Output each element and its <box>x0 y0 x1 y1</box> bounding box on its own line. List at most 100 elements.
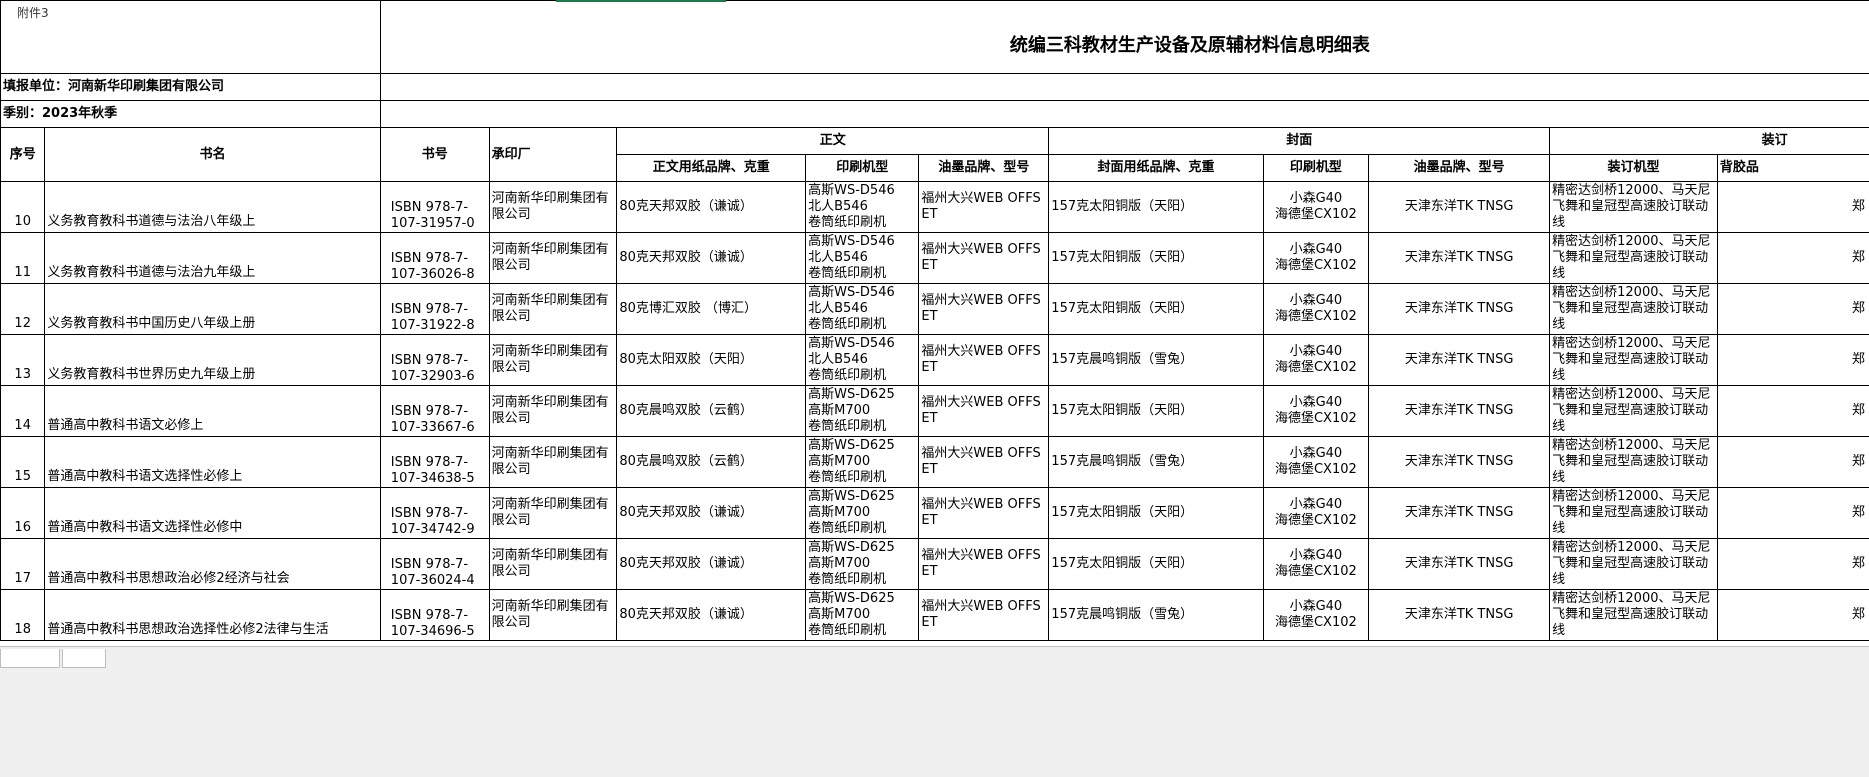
cell-spine-partial[interactable]: 郑 <box>1717 437 1869 488</box>
cell-printer[interactable]: 河南新华印刷集团有限公司 <box>489 590 617 641</box>
cell-printer[interactable]: 河南新华印刷集团有限公司 <box>489 233 617 284</box>
cell-cover-press[interactable]: 小森G40海德堡CX102 <box>1263 386 1369 437</box>
sheet-tab[interactable] <box>0 649 60 668</box>
header-book-name[interactable]: 书名 <box>45 128 380 182</box>
cell-spine-partial[interactable]: 郑 <box>1717 233 1869 284</box>
cell-cover-paper[interactable]: 157克晨鸣铜版（雪兔） <box>1049 437 1263 488</box>
cell-cover-ink[interactable]: 天津东洋TK TNSG <box>1369 284 1550 335</box>
header-printer[interactable]: 承印厂 <box>489 128 617 182</box>
cell-cover-paper[interactable]: 157克太阳铜版（天阳） <box>1049 233 1263 284</box>
cell-text-ink[interactable]: 福州大兴WEB OFFSET <box>919 386 1049 437</box>
cell-printer[interactable]: 河南新华印刷集团有限公司 <box>489 386 617 437</box>
cell-text-press[interactable]: 高斯WS-D546北人B546卷筒纸印刷机 <box>806 284 919 335</box>
cell-text-paper[interactable]: 80克天邦双胶（谦诚） <box>617 590 806 641</box>
cell-isbn[interactable]: ISBN 978-7-107-33667-6 <box>380 386 489 437</box>
cell-binding-machine[interactable]: 精密达剑桥12000、马天尼飞舞和皇冠型高速胶订联动线 <box>1550 335 1718 386</box>
cell-index[interactable]: 11 <box>1 233 45 284</box>
cell-printer[interactable]: 河南新华印刷集团有限公司 <box>489 539 617 590</box>
cell-cover-paper[interactable]: 157克太阳铜版（天阳） <box>1049 488 1263 539</box>
cell-text-press[interactable]: 高斯WS-D546北人B546卷筒纸印刷机 <box>806 335 919 386</box>
cell-text-press[interactable]: 高斯WS-D546北人B546卷筒纸印刷机 <box>806 182 919 233</box>
cell-text-ink[interactable]: 福州大兴WEB OFFSET <box>919 539 1049 590</box>
cell-printer[interactable]: 河南新华印刷集团有限公司 <box>489 335 617 386</box>
cell-isbn[interactable]: ISBN 978-7-107-31922-8 <box>380 284 489 335</box>
cell-text-press[interactable]: 高斯WS-D625高斯M700卷筒纸印刷机 <box>806 488 919 539</box>
cell-index[interactable]: 12 <box>1 284 45 335</box>
cell-cover-press[interactable]: 小森G40海德堡CX102 <box>1263 437 1369 488</box>
cell-book-name[interactable]: 义务教育教科书中国历史八年级上册 <box>45 284 380 335</box>
header-binding-machine[interactable]: 装订机型 <box>1550 155 1718 182</box>
cell-printer[interactable]: 河南新华印刷集团有限公司 <box>489 182 617 233</box>
cell-text-paper[interactable]: 80克天邦双胶（谦诚） <box>617 488 806 539</box>
header-binding-group[interactable]: 装订 <box>1550 128 1869 155</box>
cell-book-name[interactable]: 普通高中教科书思想政治选择性必修2法律与生活 <box>45 590 380 641</box>
cell-index[interactable]: 18 <box>1 590 45 641</box>
cell-book-name[interactable]: 义务教育教科书道德与法治八年级上 <box>45 182 380 233</box>
cell-index[interactable]: 17 <box>1 539 45 590</box>
cell-book-name[interactable]: 普通高中教科书语文选择性必修中 <box>45 488 380 539</box>
cell-text-press[interactable]: 高斯WS-D625高斯M700卷筒纸印刷机 <box>806 590 919 641</box>
cell-text-ink[interactable]: 福州大兴WEB OFFSET <box>919 233 1049 284</box>
cell-isbn[interactable]: ISBN 978-7-107-34696-5 <box>380 590 489 641</box>
cell-binding-machine[interactable]: 精密达剑桥12000、马天尼飞舞和皇冠型高速胶订联动线 <box>1550 284 1718 335</box>
cell-cover-ink[interactable]: 天津东洋TK TNSG <box>1369 437 1550 488</box>
cell-book-name[interactable]: 普通高中教科书语文必修上 <box>45 386 380 437</box>
cell-book-name[interactable]: 义务教育教科书世界历史九年级上册 <box>45 335 380 386</box>
cell-index[interactable]: 13 <box>1 335 45 386</box>
header-text-group[interactable]: 正文 <box>617 128 1049 155</box>
header-cover-press[interactable]: 印刷机型 <box>1263 155 1369 182</box>
cell-spine-partial[interactable]: 郑 <box>1717 590 1869 641</box>
cell-printer[interactable]: 河南新华印刷集团有限公司 <box>489 488 617 539</box>
cell-index[interactable]: 16 <box>1 488 45 539</box>
cell-text-ink[interactable]: 福州大兴WEB OFFSET <box>919 284 1049 335</box>
header-cover-ink[interactable]: 油墨品牌、型号 <box>1369 155 1550 182</box>
cell-text-ink[interactable]: 福州大兴WEB OFFSET <box>919 488 1049 539</box>
header-text-paper[interactable]: 正文用纸品牌、克重 <box>617 155 806 182</box>
sheet-tab[interactable] <box>62 649 106 668</box>
empty-cell[interactable] <box>380 74 1869 101</box>
cell-cover-paper[interactable]: 157克晨鸣铜版（雪兔） <box>1049 335 1263 386</box>
cell-cover-ink[interactable]: 天津东洋TK TNSG <box>1369 386 1550 437</box>
cell-text-press[interactable]: 高斯WS-D625高斯M700卷筒纸印刷机 <box>806 539 919 590</box>
cell-printer[interactable]: 河南新华印刷集团有限公司 <box>489 437 617 488</box>
empty-cell[interactable] <box>380 101 1869 128</box>
cell-text-paper[interactable]: 80克晨鸣双胶（云鹤） <box>617 386 806 437</box>
cell-text-paper[interactable]: 80克天邦双胶（谦诚） <box>617 233 806 284</box>
cell-cover-ink[interactable]: 天津东洋TK TNSG <box>1369 335 1550 386</box>
cell-printer[interactable]: 河南新华印刷集团有限公司 <box>489 284 617 335</box>
cell-binding-machine[interactable]: 精密达剑桥12000、马天尼飞舞和皇冠型高速胶订联动线 <box>1550 233 1718 284</box>
cell-cover-ink[interactable]: 天津东洋TK TNSG <box>1369 233 1550 284</box>
cell-text-press[interactable]: 高斯WS-D546北人B546卷筒纸印刷机 <box>806 233 919 284</box>
cell-spine-partial[interactable]: 郑 <box>1717 182 1869 233</box>
cell-text-paper[interactable]: 80克晨鸣双胶（云鹤） <box>617 437 806 488</box>
cell-book-name[interactable]: 普通高中教科书语文选择性必修上 <box>45 437 380 488</box>
cell-text-ink[interactable]: 福州大兴WEB OFFSET <box>919 335 1049 386</box>
cell-text-ink[interactable]: 福州大兴WEB OFFSET <box>919 437 1049 488</box>
cell-text-press[interactable]: 高斯WS-D625高斯M700卷筒纸印刷机 <box>806 386 919 437</box>
cell-cover-press[interactable]: 小森G40海德堡CX102 <box>1263 335 1369 386</box>
page-title[interactable]: 统编三科教材生产设备及原辅材料信息明细表 <box>380 1 1869 74</box>
cell-binding-machine[interactable]: 精密达剑桥12000、马天尼飞舞和皇冠型高速胶订联动线 <box>1550 386 1718 437</box>
cell-isbn[interactable]: ISBN 978-7-107-34742-9 <box>380 488 489 539</box>
cell-cover-paper[interactable]: 157克太阳铜版（天阳） <box>1049 539 1263 590</box>
header-text-ink[interactable]: 油墨品牌、型号 <box>919 155 1049 182</box>
cell-spine-partial[interactable]: 郑 <box>1717 284 1869 335</box>
cell-cover-press[interactable]: 小森G40海德堡CX102 <box>1263 182 1369 233</box>
cell-spine-partial[interactable]: 郑 <box>1717 335 1869 386</box>
cell-cover-ink[interactable]: 天津东洋TK TNSG <box>1369 488 1550 539</box>
cell-isbn[interactable]: ISBN 978-7-107-32903-6 <box>380 335 489 386</box>
cell-isbn[interactable]: ISBN 978-7-107-31957-0 <box>380 182 489 233</box>
cell-book-name[interactable]: 普通高中教科书思想政治必修2经济与社会 <box>45 539 380 590</box>
cell-index[interactable]: 14 <box>1 386 45 437</box>
season-cell[interactable]: 季别：2023年秋季 <box>1 101 381 128</box>
cell-isbn[interactable]: ISBN 978-7-107-34638-5 <box>380 437 489 488</box>
cell-book-name[interactable]: 义务教育教科书道德与法治九年级上 <box>45 233 380 284</box>
cell-binding-machine[interactable]: 精密达剑桥12000、马天尼飞舞和皇冠型高速胶订联动线 <box>1550 590 1718 641</box>
cell-binding-machine[interactable]: 精密达剑桥12000、马天尼飞舞和皇冠型高速胶订联动线 <box>1550 539 1718 590</box>
cell-spine-partial[interactable]: 郑 <box>1717 488 1869 539</box>
cell-cover-ink[interactable]: 天津东洋TK TNSG <box>1369 539 1550 590</box>
cell-cover-press[interactable]: 小森G40海德堡CX102 <box>1263 233 1369 284</box>
cell-cover-press[interactable]: 小森G40海德堡CX102 <box>1263 539 1369 590</box>
header-cover-group[interactable]: 封面 <box>1049 128 1550 155</box>
reporter-cell[interactable]: 填报单位：河南新华印刷集团有限公司 <box>1 74 381 101</box>
